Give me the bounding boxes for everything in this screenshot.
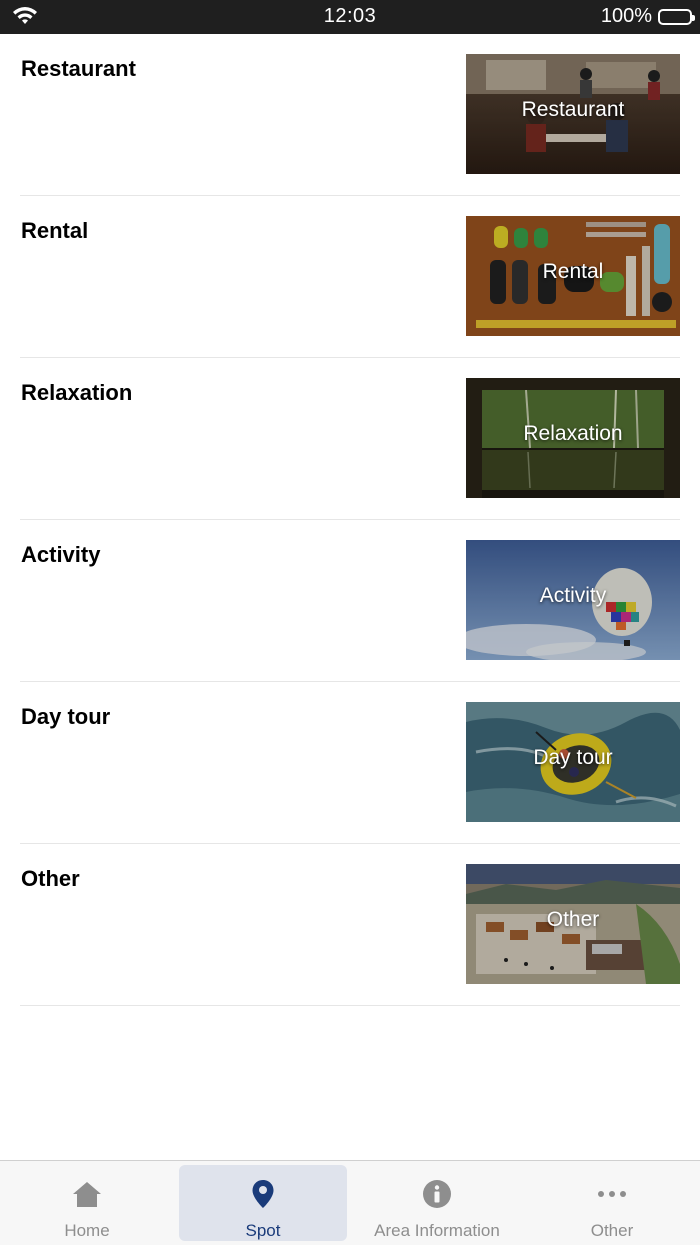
category-title: Day tour bbox=[21, 704, 111, 729]
spot-category-list: Restaurant Restaurant Rental Rental Rela… bbox=[0, 34, 700, 1006]
battery-icon bbox=[658, 8, 695, 25]
category-image-label: Day tour bbox=[533, 746, 613, 769]
tab-other[interactable]: Other bbox=[528, 1165, 696, 1241]
battery-percent: 100% bbox=[600, 5, 652, 27]
tab-home[interactable]: Home bbox=[3, 1165, 171, 1241]
category-image-other[interactable]: Other bbox=[466, 864, 680, 984]
info-icon bbox=[353, 1179, 521, 1209]
status-time: 12:03 bbox=[323, 5, 377, 27]
tab-label: Other bbox=[590, 1221, 634, 1240]
category-title: Activity bbox=[21, 542, 101, 567]
category-image-label: Relaxation bbox=[523, 422, 623, 445]
category-row-relaxation[interactable]: Relaxation Relaxation bbox=[20, 358, 680, 520]
category-image-relaxation[interactable]: Relaxation bbox=[466, 378, 680, 498]
category-row-restaurant[interactable]: Restaurant Restaurant bbox=[20, 34, 680, 196]
category-title: Other bbox=[21, 866, 80, 891]
category-image-label: Rental bbox=[542, 260, 604, 283]
category-row-day-tour[interactable]: Day tour Day tour bbox=[20, 682, 680, 844]
category-image-day-tour[interactable]: Day tour bbox=[466, 702, 680, 822]
category-title: Restaurant bbox=[21, 56, 136, 81]
category-row-activity[interactable]: Activity Activity bbox=[20, 520, 680, 682]
map-pin-icon bbox=[179, 1179, 347, 1209]
more-dots-icon bbox=[528, 1179, 696, 1209]
status-bar: 12:03 100% bbox=[0, 0, 700, 34]
tab-label: Spot bbox=[245, 1221, 281, 1240]
battery-status: 100% bbox=[600, 5, 695, 28]
tab-label: Area Information bbox=[374, 1221, 500, 1240]
category-title: Rental bbox=[21, 218, 89, 243]
tab-label: Home bbox=[64, 1221, 110, 1240]
bottom-tab-bar: Home Spot Area Information Other bbox=[0, 1160, 700, 1245]
home-icon bbox=[3, 1179, 171, 1209]
category-title: Relaxation bbox=[21, 380, 133, 405]
tab-area-information[interactable]: Area Information bbox=[353, 1165, 521, 1241]
category-image-rental[interactable]: Rental bbox=[466, 216, 680, 336]
category-image-activity[interactable]: Activity bbox=[466, 540, 680, 660]
category-image-label: Activity bbox=[539, 584, 607, 607]
category-row-rental[interactable]: Rental Rental bbox=[20, 196, 680, 358]
category-image-label: Other bbox=[546, 908, 600, 931]
category-image-label: Restaurant bbox=[521, 98, 625, 121]
category-image-restaurant[interactable]: Restaurant bbox=[466, 54, 680, 174]
category-row-other[interactable]: Other Other bbox=[20, 844, 680, 1006]
tab-spot[interactable]: Spot bbox=[179, 1165, 347, 1241]
